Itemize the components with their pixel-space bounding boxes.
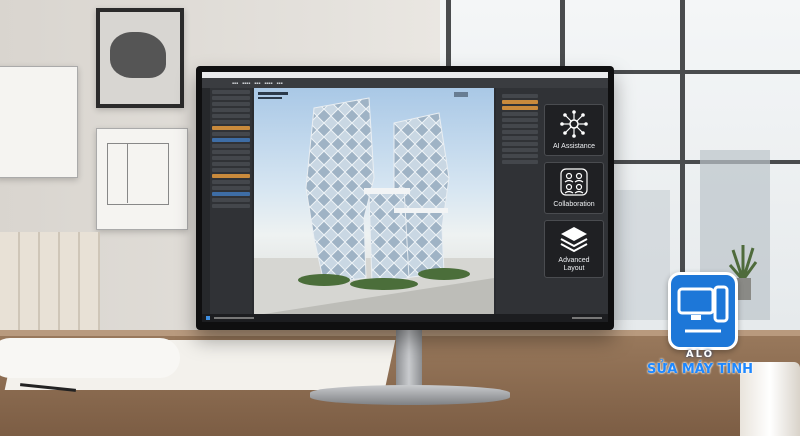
advanced-layout-card[interactable]: Advanced Layout	[544, 220, 604, 278]
watermark-line1: ALO	[685, 349, 715, 360]
wall-frame-photo	[96, 8, 184, 108]
wall-frame-plan	[96, 128, 188, 230]
paper-roll	[0, 338, 180, 378]
monitor-stand-neck	[396, 320, 422, 390]
layers-icon	[560, 227, 588, 253]
project-browser-panel[interactable]	[210, 88, 252, 314]
tool-strip[interactable]	[202, 88, 210, 314]
card-label: Collaboration	[553, 201, 595, 208]
screen: ▪▪▪ ▪▪▪▪ ▪▪▪ ▪▪▪▪ ▪▪▪ AI Assistance Coll…	[202, 72, 608, 322]
collaboration-card[interactable]: Collaboration	[544, 162, 604, 214]
card-label: Advanced Layout	[558, 257, 590, 272]
network-icon	[560, 110, 588, 138]
monitor: ▪▪▪ ▪▪▪▪ ▪▪▪ ▪▪▪▪ ▪▪▪ AI Assistance Coll…	[196, 66, 614, 330]
ai-assistance-card[interactable]: AI Assistance	[544, 104, 604, 156]
watermark-logo	[668, 272, 738, 350]
monitor-stand-base	[310, 385, 510, 405]
building-render	[254, 92, 494, 314]
computer-icon	[677, 285, 729, 333]
people-icon	[560, 168, 588, 196]
menu-bar: ▪▪▪ ▪▪▪▪ ▪▪▪ ▪▪▪▪ ▪▪▪	[202, 78, 608, 88]
wall-frame-drawing	[0, 66, 78, 178]
status-bar	[202, 314, 608, 322]
card-label: AI Assistance	[552, 143, 596, 150]
watermark-line2: SỬA MÁY TÍNH	[647, 362, 753, 377]
3d-viewport[interactable]	[254, 88, 494, 314]
model-shelf	[0, 232, 100, 342]
